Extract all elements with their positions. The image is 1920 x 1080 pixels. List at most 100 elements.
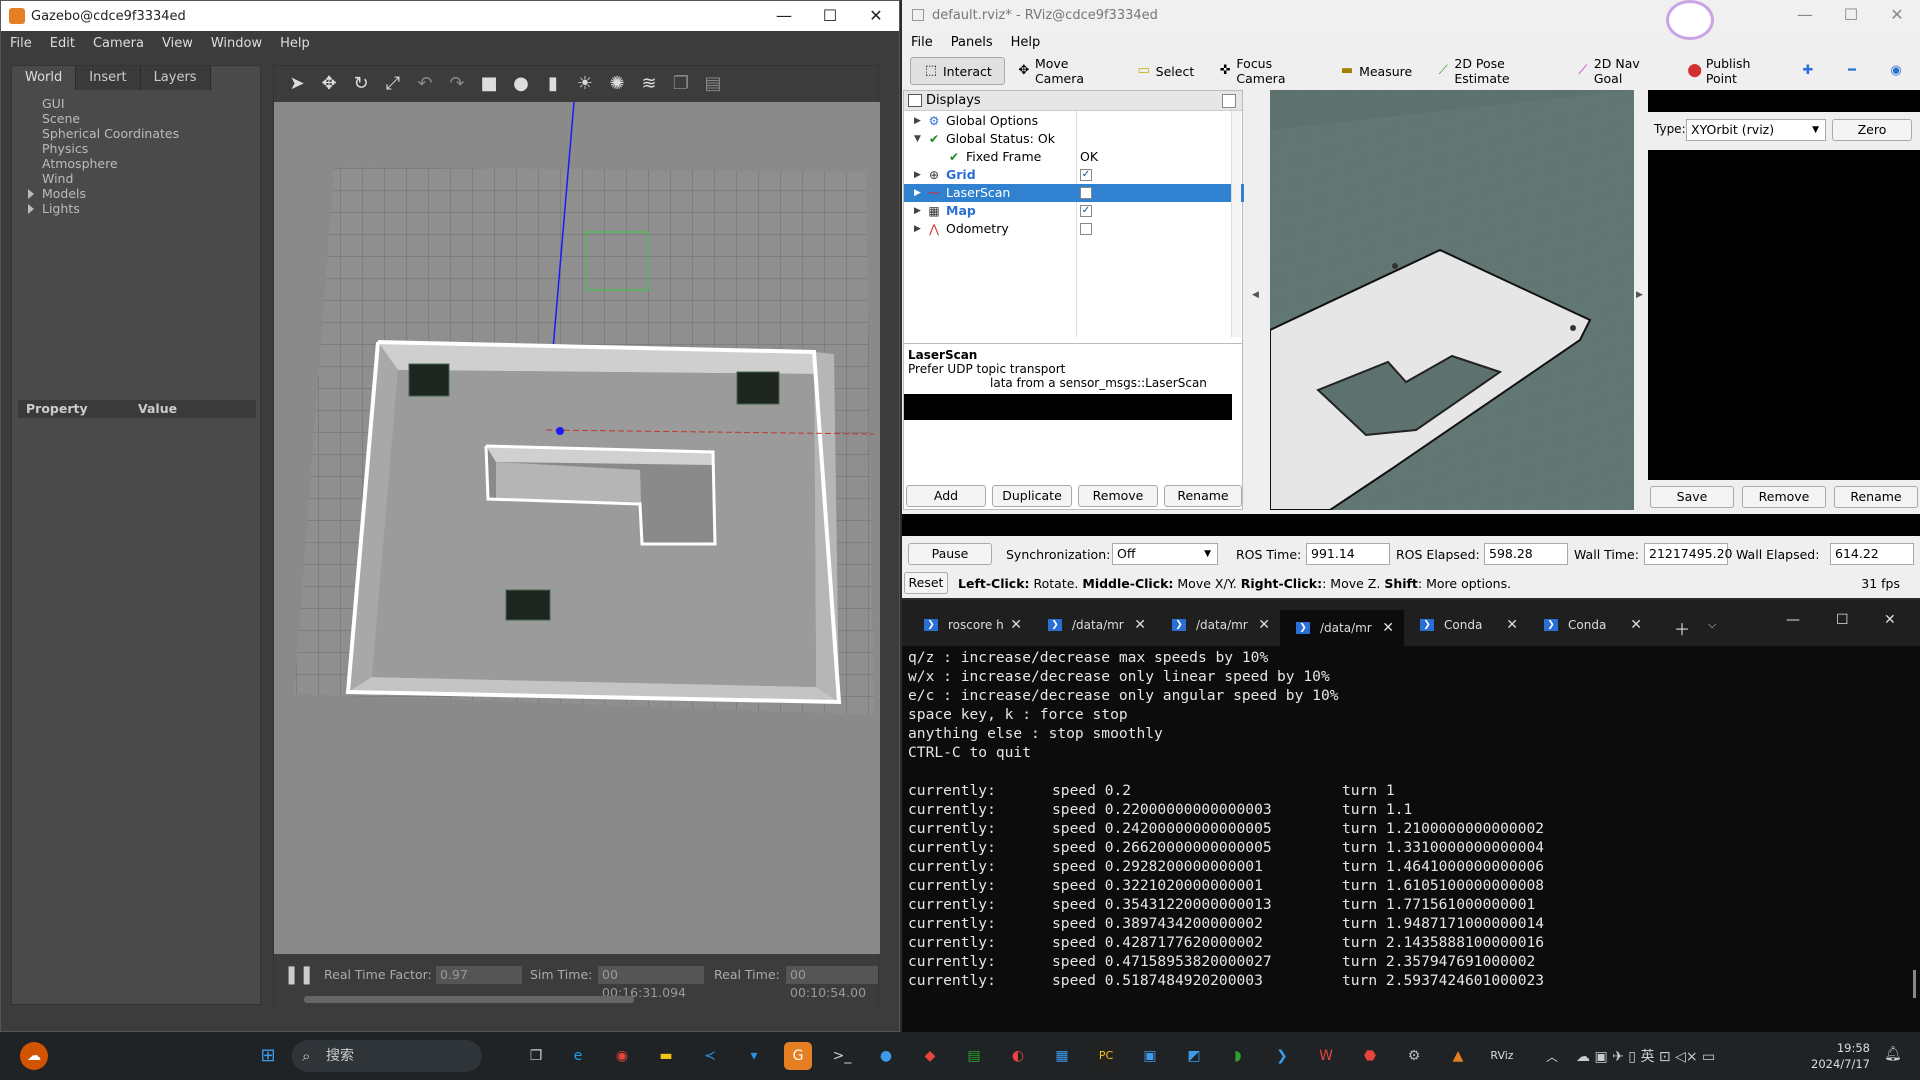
tab-dropdown-icon[interactable]: ⌵	[1708, 618, 1716, 632]
tree-item-lights[interactable]: Lights	[24, 201, 179, 216]
tool-props-button[interactable]: ◉	[1876, 57, 1920, 85]
gazebo-3d-scene[interactable]	[274, 102, 880, 954]
start-icon[interactable]: ⊞	[254, 1042, 282, 1070]
rviz-minimize-icon[interactable]: —	[1782, 0, 1828, 30]
tray-icons[interactable]: ☁ ▣ ✈ ▯ 英 ⊡ ◁× ▭	[1576, 1046, 1715, 1066]
app-icon[interactable]: ▣	[1136, 1042, 1164, 1070]
odometry-checkbox[interactable]	[1080, 223, 1092, 235]
select-arrow-icon[interactable]: ➤	[284, 71, 310, 97]
zero-button[interactable]: Zero	[1832, 119, 1912, 141]
menu-help[interactable]: Help	[271, 36, 319, 51]
tool-measure[interactable]: ▬ Measure	[1327, 57, 1424, 85]
displays-scrollbar[interactable]	[1231, 111, 1241, 337]
tool-move-camera[interactable]: ✥ Move Camera	[1005, 56, 1124, 86]
term-close-icon[interactable]: ✕	[1884, 612, 1896, 628]
rviz-close-icon[interactable]: ✕	[1874, 0, 1920, 30]
terminal-tab[interactable]: ❯ Conda ✕	[1528, 612, 1652, 638]
app-icon[interactable]: G	[784, 1042, 812, 1070]
tree-laserscan[interactable]: ▶ ⁓ LaserScan	[904, 184, 1244, 202]
terminal-output[interactable]: q/z : increase/decrease max speeds by 10…	[908, 648, 1544, 990]
ros-elapsed-field[interactable]: 598.28	[1484, 543, 1568, 565]
expand-arrow-icon[interactable]: ▶	[914, 112, 921, 130]
tool-pose-estimate[interactable]: ⟋ 2D Pose Estimate	[1424, 56, 1563, 86]
tree-odometry[interactable]: ▶ ⋀ Odometry	[904, 220, 1244, 238]
translate-icon[interactable]: ✥	[316, 71, 342, 97]
rviz-3d-view[interactable]	[1270, 90, 1634, 510]
terminal-scrollbar[interactable]	[1913, 970, 1916, 998]
ros-time-field[interactable]: 991.14	[1306, 543, 1390, 565]
tab-close-icon[interactable]: ✕	[1134, 612, 1146, 638]
wps-icon[interactable]: W	[1312, 1042, 1340, 1070]
panel-float-icon[interactable]	[1222, 94, 1236, 108]
gazebo-scene-svg[interactable]	[274, 102, 880, 954]
sphere-icon[interactable]: ●	[508, 71, 534, 97]
menu-edit[interactable]: Edit	[41, 36, 84, 51]
pause-icon[interactable]: ❚❚	[284, 964, 314, 985]
directional-light-icon[interactable]: ≋	[636, 71, 662, 97]
terminal-tab-active[interactable]: ❯ /data/mr ✕	[1280, 610, 1404, 646]
tree-map[interactable]: ▶ ▦ Map ✓	[904, 202, 1244, 220]
edge-icon[interactable]: e	[564, 1042, 592, 1070]
remove-view-button[interactable]: Remove	[1742, 486, 1826, 508]
tree-item-atmosphere[interactable]: Atmosphere	[24, 156, 179, 171]
tree-grid[interactable]: ▶ ⊕ Grid ✓	[904, 166, 1244, 184]
app-icon[interactable]: ▦	[1048, 1042, 1076, 1070]
box-icon[interactable]: ■	[476, 71, 502, 97]
sync-select[interactable]: Off ▼	[1112, 543, 1218, 565]
rviz-maximize-icon[interactable]: ☐	[1828, 0, 1874, 30]
collapse-right-icon[interactable]: ▶	[1636, 290, 1643, 300]
app-icon[interactable]: ⬣	[1356, 1042, 1384, 1070]
tree-item-gui[interactable]: GUI	[24, 96, 179, 111]
scale-icon[interactable]: ⤢	[380, 71, 406, 97]
cylinder-icon[interactable]: ▮	[540, 71, 566, 97]
copy-icon[interactable]: ❐	[668, 71, 694, 97]
wall-elapsed-field[interactable]: 614.22	[1830, 543, 1914, 565]
laserscan-checkbox[interactable]	[1080, 187, 1092, 199]
folder-icon[interactable]: ▬	[652, 1042, 680, 1070]
app-icon[interactable]: ◩	[1180, 1042, 1208, 1070]
terminal-tab[interactable]: ❯ /data/mr ✕	[1032, 612, 1156, 638]
clock[interactable]: 19:58 2024/7/17	[1800, 1040, 1870, 1072]
terminal-tab[interactable]: ❯ /data/mr ✕	[1156, 612, 1280, 638]
tool-select[interactable]: ▭ Select	[1124, 57, 1207, 85]
paste-icon[interactable]: ▤	[700, 71, 726, 97]
rotate-icon[interactable]: ↻	[348, 71, 374, 97]
remove-button[interactable]: Remove	[1078, 485, 1158, 507]
tray-chevron-icon[interactable]: ︿	[1546, 1048, 1558, 1065]
tool-publish-point[interactable]: ⬤ Publish Point	[1675, 56, 1788, 86]
rviz-taskbar-icon[interactable]: RViz	[1488, 1042, 1516, 1070]
expand-arrow-icon[interactable]: ▶	[914, 166, 921, 184]
redo-icon[interactable]: ↷	[444, 71, 470, 97]
tab-layers[interactable]: Layers	[140, 66, 211, 90]
vscode-icon[interactable]: ≺	[696, 1042, 724, 1070]
chrome-icon[interactable]: ◉	[608, 1042, 636, 1070]
pycharm-icon[interactable]: PC	[1092, 1042, 1120, 1070]
tab-close-icon[interactable]: ✕	[1258, 612, 1270, 638]
tab-close-icon[interactable]: ✕	[1010, 612, 1022, 638]
add-button[interactable]: Add	[906, 485, 986, 507]
grid-checkbox[interactable]: ✓	[1080, 169, 1092, 181]
tree-item-spherical[interactable]: Spherical Coordinates	[24, 126, 179, 141]
close-icon[interactable]: ✕	[853, 1, 899, 31]
tab-close-icon[interactable]: ✕	[1630, 612, 1642, 638]
app-icon[interactable]: ◐	[1004, 1042, 1032, 1070]
expand-arrow-icon[interactable]: ▶	[914, 202, 921, 220]
rename-button[interactable]: Rename	[1164, 485, 1242, 507]
collapse-left-icon[interactable]: ◀	[1252, 290, 1259, 300]
point-light-icon[interactable]: ☀	[572, 71, 598, 97]
tab-close-icon[interactable]: ✕	[1382, 610, 1394, 646]
new-tab-icon[interactable]: ＋	[1674, 616, 1690, 640]
rviz-menu-file[interactable]: File	[902, 35, 942, 50]
rename-view-button[interactable]: Rename	[1834, 486, 1918, 508]
tree-item-scene[interactable]: Scene	[24, 111, 179, 126]
terminal-tab[interactable]: ❯ roscore h ✕	[908, 612, 1032, 638]
tool-interact[interactable]: ⬚ Interact	[910, 57, 1005, 85]
view-type-select[interactable]: XYOrbit (rviz) ▼	[1686, 119, 1826, 141]
duplicate-button[interactable]: Duplicate	[992, 485, 1072, 507]
tool-focus-camera[interactable]: ✜ Focus Camera	[1206, 56, 1327, 86]
settings-icon[interactable]: ⚙	[1400, 1042, 1428, 1070]
minimize-icon[interactable]: —	[761, 1, 807, 31]
expand-arrow-icon[interactable]: ▶	[914, 184, 921, 202]
reset-button[interactable]: Reset	[904, 572, 948, 594]
terminal-icon[interactable]: >_	[828, 1042, 856, 1070]
